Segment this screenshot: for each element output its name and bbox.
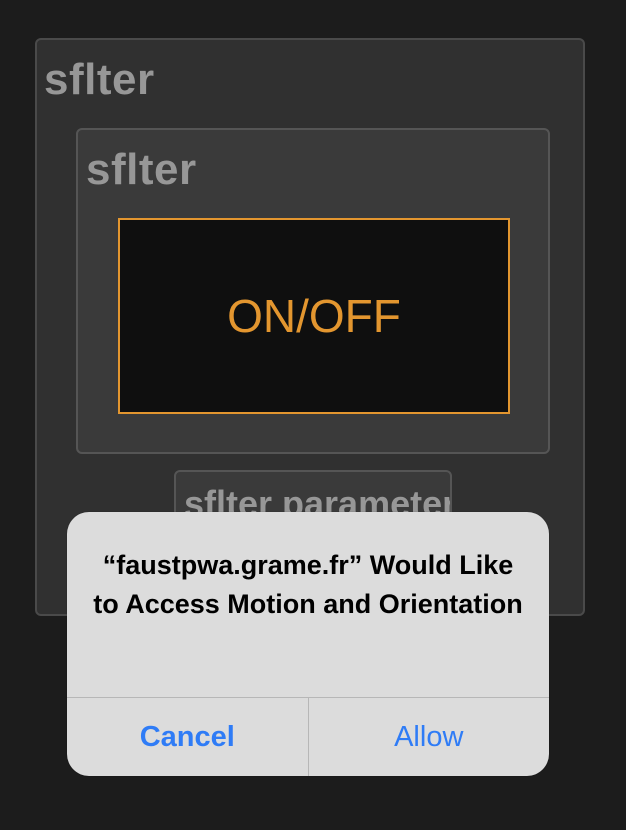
allow-button[interactable]: Allow xyxy=(309,698,550,776)
app-screen: sflter sflter ON/OFF sflter parameter(s)… xyxy=(0,0,626,830)
cancel-button[interactable]: Cancel xyxy=(67,698,309,776)
alert-actions: Cancel Allow xyxy=(67,697,549,776)
permission-alert-dialog: “faustpwa.grame.fr” Would Like to Access… xyxy=(67,512,549,776)
alert-message: “faustpwa.grame.fr” Would Like to Access… xyxy=(93,550,523,619)
